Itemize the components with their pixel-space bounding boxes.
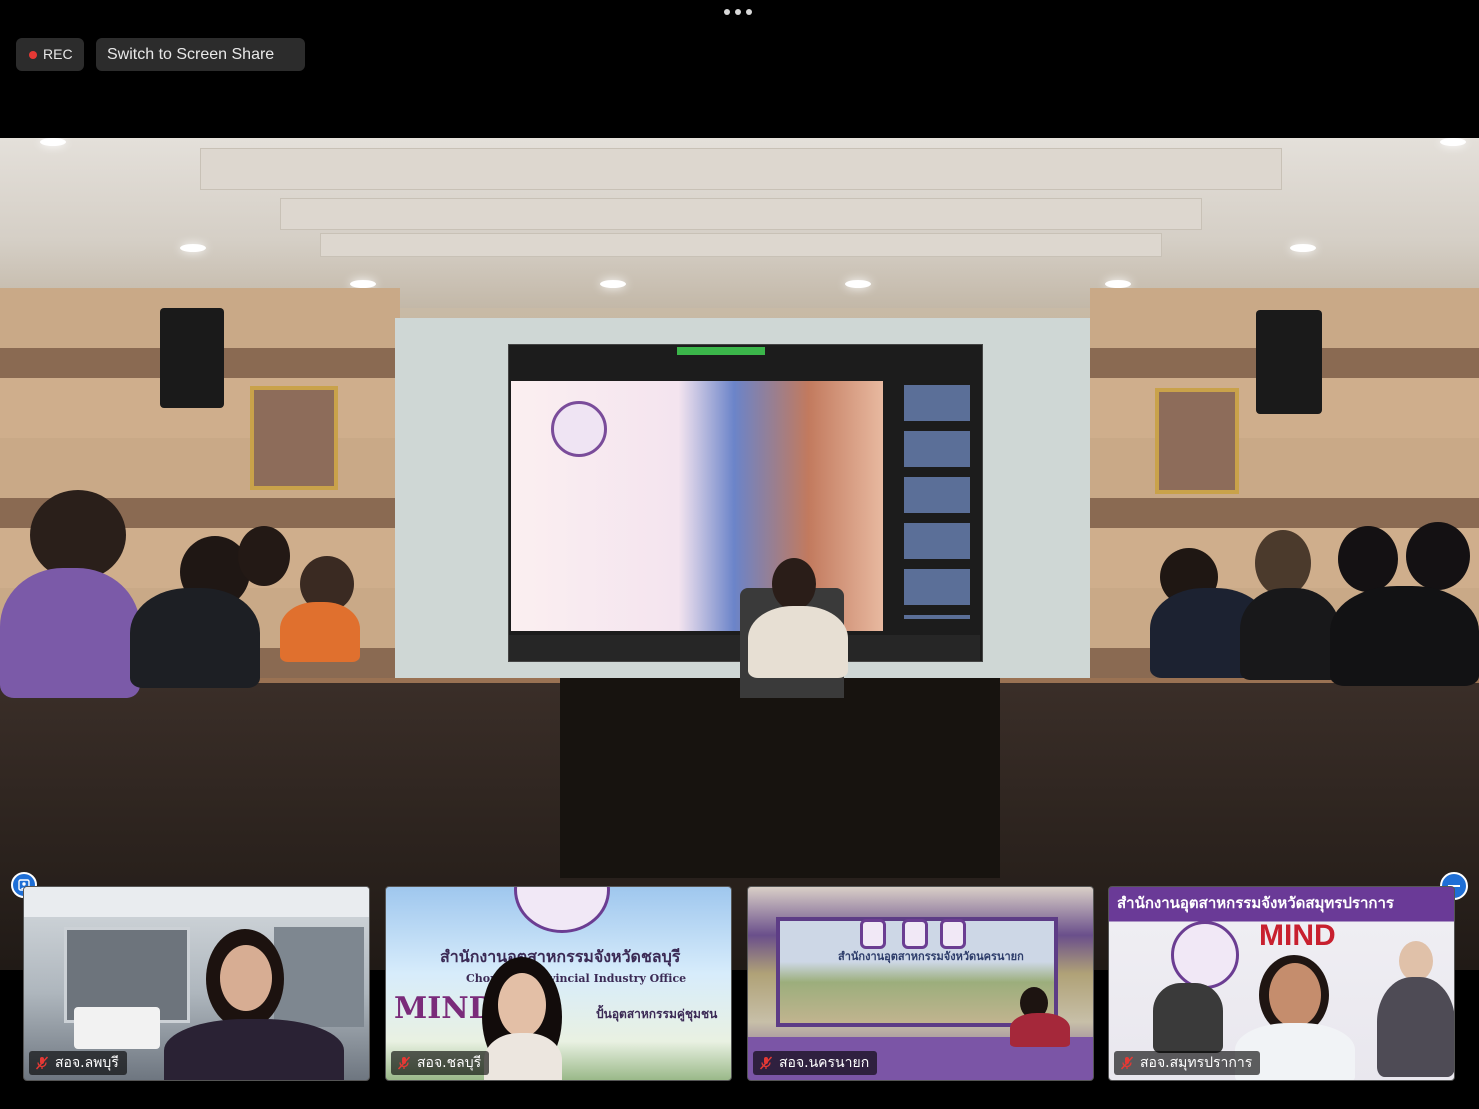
office-window [274, 927, 364, 1027]
emblem-icon [902, 919, 928, 949]
attendee-head [30, 490, 126, 580]
participant-name: สอจ.นครนายก [779, 1055, 870, 1071]
participant-tile[interactable]: สำนักงานอุตสาหกรรมจังหวัดชลบุรี Chonburi… [385, 886, 732, 1081]
mic-muted-icon [759, 1056, 773, 1070]
attendee [280, 602, 360, 662]
attendee-head [1255, 530, 1311, 596]
emblem-icon [940, 919, 966, 949]
ceiling [0, 138, 1479, 308]
participant-tile[interactable]: สำนักงานอุตสาหกรรมจังหวัดสมุทรปราการ MIN… [1108, 886, 1455, 1081]
ministry-seal-icon [1171, 921, 1239, 989]
speaker-right [1256, 310, 1322, 414]
switch-to-screen-share-button[interactable]: Switch to Screen Share [96, 38, 305, 71]
participant-name-tag: สอจ.ชลบุรี [391, 1051, 490, 1075]
participant-tile[interactable]: สำนักงานอุตสาหกรรมจังหวัดนครนายก สอจ.นคร… [747, 886, 1094, 1081]
participant-body [164, 1019, 344, 1080]
recording-label: REC [43, 46, 73, 62]
sofa [74, 1007, 160, 1049]
ministry-seal-icon [551, 401, 607, 457]
recording-indicator[interactable]: REC [16, 38, 84, 71]
attendee-head [1338, 526, 1398, 592]
participant-name-tag: สอจ.สมุทรปราการ [1114, 1051, 1261, 1075]
participant-name: สอจ.ชลบุรี [417, 1055, 482, 1071]
attendee-head [1406, 522, 1470, 590]
participant-name: สอจ.ลพบุรี [55, 1055, 119, 1071]
attendee [1330, 586, 1479, 686]
slogan-text: ปั้นอุตสาหกรรมคู่ชุมชน [596, 1007, 718, 1021]
participant-body [484, 1033, 562, 1080]
speaker-left [160, 308, 224, 408]
portrait-frame-right [1155, 388, 1239, 494]
active-speaker-video[interactable] [0, 138, 1479, 970]
office-banner-title: สำนักงานอุตสาหกรรมจังหวัดชลบุรี [440, 947, 681, 966]
recording-dot-icon [29, 50, 37, 59]
portrait-frame-left [250, 386, 338, 490]
participant-face [1269, 963, 1321, 1027]
attendee [130, 588, 260, 688]
more-options-icon[interactable] [724, 9, 752, 15]
presenter-head [772, 558, 816, 610]
mic-muted-icon [1120, 1056, 1134, 1070]
table-center-gap [560, 678, 1000, 878]
attendee [1240, 588, 1340, 680]
emblem-icon [860, 919, 886, 949]
projected-gallery [904, 385, 970, 619]
office-header: สำนักงานอุตสาหกรรมจังหวัดสมุทรปราการ [1117, 894, 1394, 912]
participant-tile[interactable]: สอจ.ลพบุรี [23, 886, 370, 1081]
participant-name-tag: สอจ.นครนายก [753, 1051, 878, 1075]
presenter-portrait-face [1399, 941, 1433, 981]
mic-muted-icon [35, 1056, 49, 1070]
office-banner-title: สำนักงานอุตสาหกรรมจังหวัดนครนายก [838, 950, 1024, 963]
mind-logo-text: MIND [394, 991, 495, 1026]
participant-name: สอจ.สมุทรปราการ [1140, 1055, 1253, 1071]
presenter-portrait [1377, 977, 1454, 1077]
presenter [748, 606, 848, 678]
participant-body [1010, 1013, 1070, 1047]
mind-logo-text: MIND [1259, 919, 1336, 952]
participant-face [220, 945, 272, 1011]
participant-face [498, 973, 546, 1037]
participant-name-tag: สอจ.ลพบุรี [29, 1051, 127, 1075]
attendee-head [238, 526, 290, 586]
attendee [0, 568, 140, 698]
ministry-seal-icon [514, 887, 610, 933]
mic-muted-icon [397, 1056, 411, 1070]
statue-image [1153, 983, 1223, 1053]
